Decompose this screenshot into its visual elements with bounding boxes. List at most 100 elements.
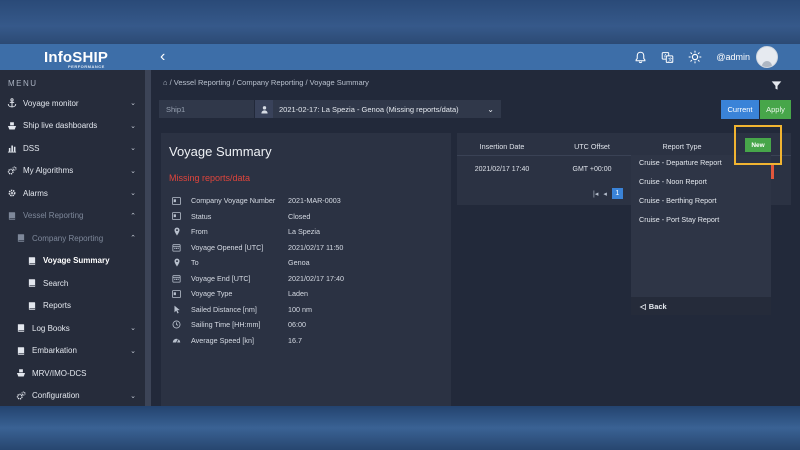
- book-icon: [27, 301, 37, 311]
- voyage-summary-card: Voyage Summary Missing reports/data Comp…: [161, 133, 451, 416]
- chevron-down-icon: ⌄: [130, 347, 136, 355]
- voyage-select[interactable]: 2021-02-17: La Spezia - Genoa (Missing r…: [255, 100, 501, 118]
- summary-row: To Genoa: [172, 255, 442, 270]
- map-pin-icon: [172, 258, 181, 267]
- breadcrumb-path: / Vessel Reporting / Company Reporting /…: [167, 78, 369, 87]
- sidebar-item-label: Reports: [43, 301, 72, 311]
- summary-row: Sailing Time [HH:mm] 06:00: [172, 317, 442, 332]
- captain-icon: [255, 100, 273, 118]
- menu-title: MENU: [8, 79, 38, 88]
- book-icon: [7, 211, 17, 221]
- speedometer-icon: [172, 336, 181, 345]
- prev-page-icon[interactable]: ◂: [603, 190, 607, 198]
- ship-icon: [7, 121, 17, 131]
- table-cell[interactable]: 2021/02/17 17:40: [457, 156, 547, 183]
- sidebar-item-alarms[interactable]: Alarms ⌄: [0, 182, 145, 205]
- sidebar-item-label: Voyage Summary: [43, 256, 110, 266]
- anchor-icon: [7, 98, 17, 108]
- chevron-down-icon: ⌄: [130, 167, 136, 175]
- ship-select[interactable]: Ship1: [159, 100, 254, 118]
- summary-row: Voyage Opened [UTC] 2021/02/17 11:50: [172, 240, 442, 255]
- summary-row: Company Voyage Number 2021-MAR-0003: [172, 193, 442, 208]
- book-icon: [27, 278, 37, 288]
- user-name[interactable]: @admin: [716, 52, 750, 62]
- sun-icon[interactable]: [688, 50, 702, 64]
- sidebar-item-label: Company Reporting: [32, 233, 104, 243]
- chevron-down-icon: ⌄: [487, 104, 494, 114]
- summary-row: Voyage Type Laden: [172, 286, 442, 301]
- sidebar-item-voyage-monitor[interactable]: Voyage monitor ⌄: [0, 92, 145, 115]
- column-header[interactable]: Insertion Date: [457, 137, 547, 155]
- sidebar-item-search[interactable]: Search: [0, 272, 145, 295]
- menu-item-port-stay-report[interactable]: Cruise - Port Stay Report: [639, 215, 719, 224]
- apply-button[interactable]: Apply: [760, 100, 791, 119]
- cursor-pointer-mark: [771, 165, 774, 179]
- sidebar-item-my-algorithms[interactable]: My Algorithms ⌄: [0, 160, 145, 183]
- sidebar-item-company-reporting[interactable]: Company Reporting ⌃: [0, 227, 145, 250]
- back-arrow-icon[interactable]: ‹: [160, 48, 165, 66]
- page-title: Voyage Summary: [169, 144, 272, 159]
- chevron-down-icon: ⌄: [130, 145, 136, 152]
- summary-row: Average Speed [kn] 16.7: [172, 333, 442, 348]
- gears-icon: [7, 166, 17, 176]
- sidebar-item-configuration[interactable]: Configuration ⌄: [0, 385, 145, 408]
- id-card-icon: [172, 212, 181, 221]
- chevron-up-icon: ⌃: [130, 212, 136, 220]
- translate-icon[interactable]: A文: [661, 51, 674, 64]
- sidebar-item-mrv-imo-dcs[interactable]: MRV/IMO-DCS: [0, 362, 145, 385]
- sidebar-item-voyage-summary[interactable]: Voyage Summary: [0, 250, 145, 273]
- sidebar-item-label: DSS: [23, 143, 40, 153]
- sidebar-item-dss[interactable]: DSS ⌄: [0, 137, 145, 160]
- sidebar-item-label: Voyage monitor: [23, 98, 79, 108]
- pagination: |◂ ◂ 1: [593, 188, 623, 199]
- chevron-down-icon: ⌄: [130, 190, 136, 197]
- sidebar-item-label: Log Books: [32, 323, 70, 333]
- id-card-icon: [172, 196, 181, 205]
- calendar-icon: [172, 274, 181, 283]
- ship-icon: [16, 368, 26, 378]
- app-logo: InfoSHIP PERFORMANCE: [44, 48, 109, 69]
- new-report-button[interactable]: New: [745, 138, 771, 152]
- page-number[interactable]: 1: [611, 188, 623, 199]
- sidebar-item-log-books[interactable]: Log Books ⌄: [0, 317, 145, 340]
- column-header[interactable]: Report Type: [637, 137, 727, 155]
- background-top: [0, 0, 800, 44]
- cursor-icon: [172, 305, 181, 314]
- sidebar-item-ship-live-dashboards[interactable]: Ship live dashboards ⌄: [0, 115, 145, 138]
- sidebar-item-label: Configuration: [32, 391, 80, 401]
- map-pin-icon: [172, 227, 181, 236]
- sidebar-item-vessel-reporting[interactable]: Vessel Reporting ⌃: [0, 205, 145, 228]
- chevron-down-icon: ⌄: [130, 325, 136, 332]
- column-header[interactable]: UTC Offset: [547, 137, 637, 155]
- first-page-icon[interactable]: |◂: [593, 190, 598, 198]
- book-icon: [16, 233, 26, 243]
- sidebar-item-embarkation[interactable]: Embarkation ⌄: [0, 340, 145, 363]
- top-bar: InfoSHIP PERFORMANCE ‹ A文 @admin: [0, 44, 800, 70]
- calendar-icon: [172, 243, 181, 252]
- current-button[interactable]: Current: [721, 100, 759, 119]
- sidebar-item-label: My Algorithms: [23, 166, 74, 176]
- filter-icon[interactable]: [771, 78, 782, 96]
- avatar[interactable]: [756, 46, 778, 68]
- menu-item-noon-report[interactable]: Cruise - Noon Report: [639, 177, 707, 186]
- breadcrumb: ⌂ / Vessel Reporting / Company Reporting…: [163, 78, 369, 87]
- sidebar-item-label: Vessel Reporting: [23, 211, 84, 221]
- gear-icon: [7, 188, 17, 198]
- menu-item-departure-report[interactable]: Cruise - Departure Report: [639, 158, 722, 167]
- table-cell[interactable]: GMT +00:00: [547, 156, 637, 183]
- sidebar-item-label: Search: [43, 278, 69, 288]
- bell-icon[interactable]: [634, 51, 647, 64]
- summary-row: Voyage End [UTC] 2021/02/17 17:40: [172, 271, 442, 286]
- book-icon: [16, 346, 26, 356]
- clock-icon: [172, 320, 181, 329]
- sidebar-item-label: Alarms: [23, 188, 48, 198]
- sidebar-item-label: Ship live dashboards: [23, 121, 98, 131]
- missing-data-warning: Missing reports/data: [169, 173, 251, 183]
- menu-item-berthing-report[interactable]: Cruise - Berthing Report: [639, 196, 717, 205]
- chevron-down-icon: ⌄: [130, 122, 136, 130]
- back-button[interactable]: ◁ Back: [631, 297, 771, 315]
- id-card-icon: [172, 289, 181, 298]
- sidebar-item-reports[interactable]: Reports: [0, 295, 145, 318]
- sidebar-item-label: MRV/IMO-DCS: [32, 368, 87, 378]
- summary-row: From La Spezia: [172, 224, 442, 239]
